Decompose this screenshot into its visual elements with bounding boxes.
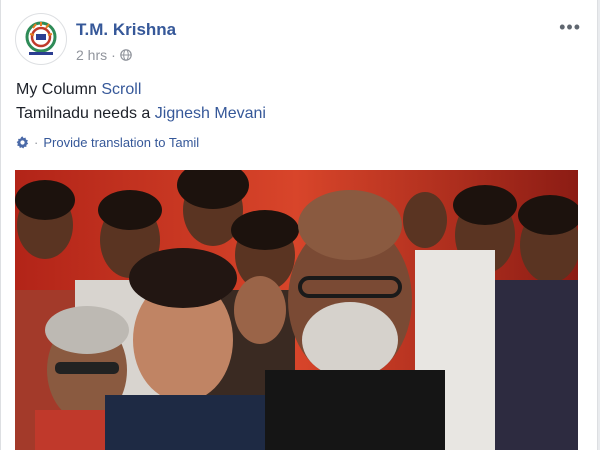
avatar-logo-icon [17,15,65,63]
facebook-post: T.M. Krishna 2 hrs · ••• My Column Scrol… [0,0,598,450]
provide-translation-link[interactable]: Provide translation to Tamil [43,135,199,150]
post-text: My Column Scroll Tamilnadu needs a Jigne… [16,78,266,126]
post-timestamp[interactable]: 2 hrs [76,47,107,63]
translation-separator: · [34,135,39,150]
jignesh-mevani-link[interactable]: Jignesh Mevani [155,105,266,122]
post-meta: 2 hrs · [76,47,132,63]
post-photo[interactable] [15,170,578,450]
gear-icon [16,136,29,149]
meta-separator: · [111,47,116,63]
translation-row[interactable]: · Provide translation to Tamil [16,135,199,150]
author-name[interactable]: T.M. Krishna [76,20,176,40]
crowd-photo-image [15,170,578,450]
scroll-link[interactable]: Scroll [101,81,141,98]
page-avatar[interactable] [15,13,67,65]
globe-icon[interactable] [119,49,132,61]
more-options-button[interactable]: ••• [559,18,581,36]
post-text-line-1-static: My Column [16,81,102,98]
post-text-line-2-static: Tamilnadu needs a [16,105,155,122]
post-text-line-2: Tamilnadu needs a Jignesh Mevani [16,102,266,126]
post-text-line-1: My Column Scroll [16,78,266,102]
